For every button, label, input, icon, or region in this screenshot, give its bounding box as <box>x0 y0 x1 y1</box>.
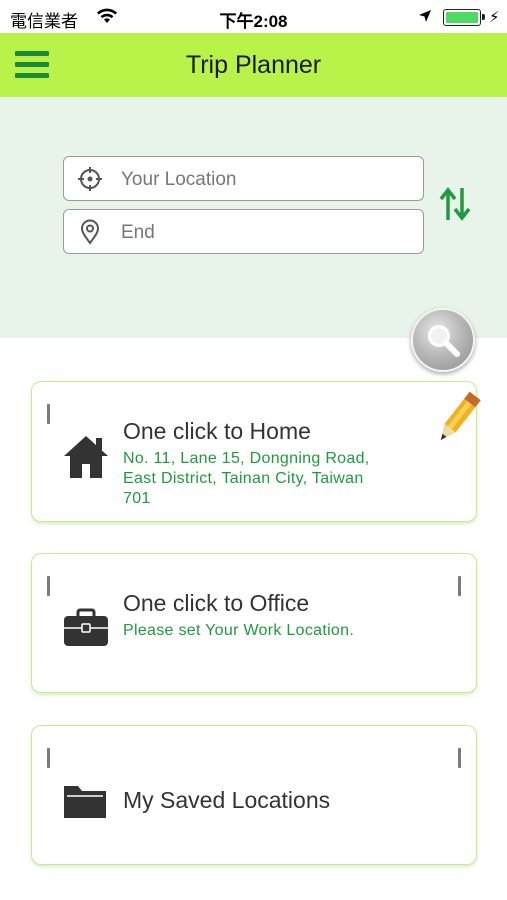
search-panel <box>0 97 507 338</box>
saved-locations-title: My Saved Locations <box>123 787 331 813</box>
home-address-line: 701 <box>123 490 151 507</box>
location-pin-icon <box>80 219 100 245</box>
card-pin <box>47 576 50 596</box>
card-pin <box>458 576 461 596</box>
home-address-line: East District, Tainan City, Taiwan <box>123 470 364 487</box>
end-location-field[interactable] <box>63 209 424 254</box>
card-pin <box>47 748 50 768</box>
search-button[interactable] <box>411 308 475 372</box>
folder-icon <box>64 786 106 818</box>
start-location-field[interactable] <box>63 156 424 201</box>
home-card-title: One click to Home <box>123 418 311 444</box>
end-location-input[interactable] <box>119 218 413 248</box>
magnifier-icon <box>428 325 460 357</box>
battery-icon <box>443 9 481 26</box>
status-bar: 電信業者 下午2:08 ⚡ <box>0 0 507 33</box>
crosshair-icon <box>78 167 102 191</box>
card-pin <box>47 404 50 424</box>
briefcase-icon <box>64 608 108 646</box>
home-address: No. 11, Lane 15, Dongning Road, East Dis… <box>123 449 423 509</box>
card-pin <box>458 748 461 768</box>
battery-tip <box>482 14 485 20</box>
start-location-input[interactable] <box>119 165 413 195</box>
location-arrow-icon <box>419 10 431 22</box>
home-address-line: No. 11, Lane 15, Dongning Road, <box>123 450 370 467</box>
swap-arrows-icon[interactable] <box>438 186 472 222</box>
pencil-edit-icon[interactable] <box>434 388 482 448</box>
office-subtitle: Please set Your Work Location. <box>123 622 355 639</box>
page-title: Trip Planner <box>185 51 322 79</box>
charging-bolt-icon: ⚡ <box>489 9 500 26</box>
saved-locations-card[interactable]: My Saved Locations <box>31 725 477 865</box>
office-card[interactable]: One click to Office Please set Your Work… <box>31 553 477 693</box>
home-card[interactable]: One click to Home No. 11, Lane 15, Dongn… <box>31 381 481 522</box>
office-card-title: One click to Office <box>123 590 310 616</box>
app-header: Trip Planner <box>0 33 507 97</box>
house-icon <box>64 436 108 478</box>
